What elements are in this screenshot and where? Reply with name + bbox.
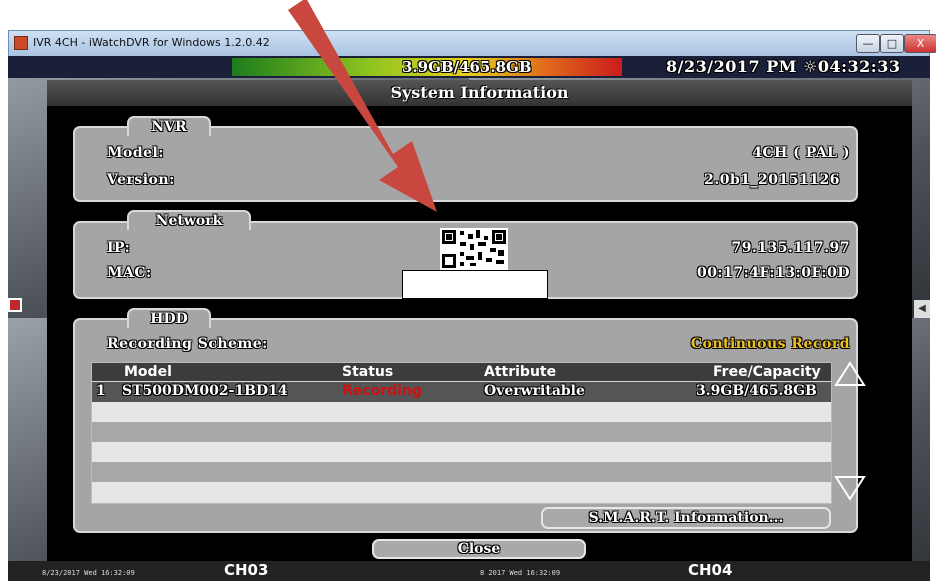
recording-scheme-value: Continuous Record bbox=[690, 336, 850, 352]
column-header[interactable]: Attribute bbox=[484, 364, 556, 380]
ch04-label: CH04 bbox=[688, 561, 733, 579]
table-row[interactable] bbox=[92, 462, 831, 482]
hdd-table: Model Status Attribute Free/Capacity 1 S… bbox=[91, 362, 832, 504]
disk-attribute: Overwritable bbox=[484, 383, 585, 399]
film-icon[interactable] bbox=[8, 298, 22, 312]
close-window-button[interactable]: X bbox=[904, 34, 936, 53]
column-header[interactable]: Model bbox=[124, 364, 172, 380]
table-row[interactable] bbox=[92, 442, 831, 462]
smart-information-button[interactable]: S.M.A.R.T. Information... bbox=[541, 507, 831, 529]
up-arrow-icon[interactable] bbox=[833, 360, 867, 388]
network-section-label: Network bbox=[127, 210, 251, 230]
recording-scheme-label: Recording Scheme: bbox=[107, 336, 268, 352]
table-row[interactable] bbox=[92, 402, 831, 422]
hdd-section-label: HDD bbox=[127, 308, 211, 328]
mac-label: MAC: bbox=[107, 265, 152, 281]
disk-model: ST500DM002-1BD14 bbox=[122, 383, 288, 399]
disk-status: Recording bbox=[342, 383, 422, 399]
nvr-section-label: NVR bbox=[127, 116, 211, 136]
column-header[interactable]: Status bbox=[342, 364, 393, 380]
redaction-box bbox=[402, 270, 548, 299]
ch03-label: CH03 bbox=[224, 561, 269, 579]
speaker-icon[interactable]: ◀ bbox=[914, 300, 930, 318]
ch04-timestamp: 8 2017 Wed 16:32:09 bbox=[480, 569, 561, 577]
down-arrow-icon[interactable] bbox=[833, 474, 867, 502]
version-label: Version: bbox=[107, 172, 175, 188]
maximize-button[interactable]: □ bbox=[880, 34, 904, 53]
mac-value: 00:17:4F:13:0F:0D bbox=[696, 265, 850, 281]
ip-value: 79.135.117.97 bbox=[731, 240, 850, 256]
ip-label: IP: bbox=[107, 240, 131, 256]
qr-code-icon bbox=[440, 228, 508, 270]
disk-capacity: 3.9GB/465.8GB bbox=[696, 383, 817, 399]
table-row[interactable]: 1 ST500DM002-1BD14 Recording Overwritabl… bbox=[92, 382, 831, 402]
close-button[interactable]: Close bbox=[372, 539, 586, 559]
window-titlebar: IVR 4CH - iWatchDVR for Windows 1.2.0.42… bbox=[8, 30, 936, 56]
model-value: 4CH ( PAL ) bbox=[752, 145, 850, 161]
minimize-button[interactable]: — bbox=[856, 34, 880, 53]
table-row[interactable] bbox=[92, 482, 831, 503]
dialog-title: System Information bbox=[47, 80, 912, 106]
hdd-table-header: Model Status Attribute Free/Capacity bbox=[92, 363, 831, 381]
hdd-usage-text: 3.9GB/465.8GB bbox=[402, 58, 532, 76]
window-title: IVR 4CH - iWatchDVR for Windows 1.2.0.42 bbox=[33, 36, 270, 49]
version-value: 2.0b1_20151126 bbox=[704, 172, 840, 188]
app-icon bbox=[14, 36, 28, 50]
table-row[interactable] bbox=[92, 422, 831, 442]
model-label: Model: bbox=[107, 145, 165, 161]
column-header[interactable]: Free/Capacity bbox=[713, 364, 821, 380]
row-index: 1 bbox=[96, 383, 106, 399]
channel-bar bbox=[8, 561, 930, 581]
nvr-panel bbox=[73, 126, 858, 202]
datetime-display: 8/23/2017 PM ☼04:32:33 bbox=[666, 57, 901, 76]
ch03-timestamp: 8/23/2017 Wed 16:32:09 bbox=[42, 569, 135, 577]
screenshot: { "window": { "title": "IVR 4CH - iWatch… bbox=[0, 0, 936, 581]
